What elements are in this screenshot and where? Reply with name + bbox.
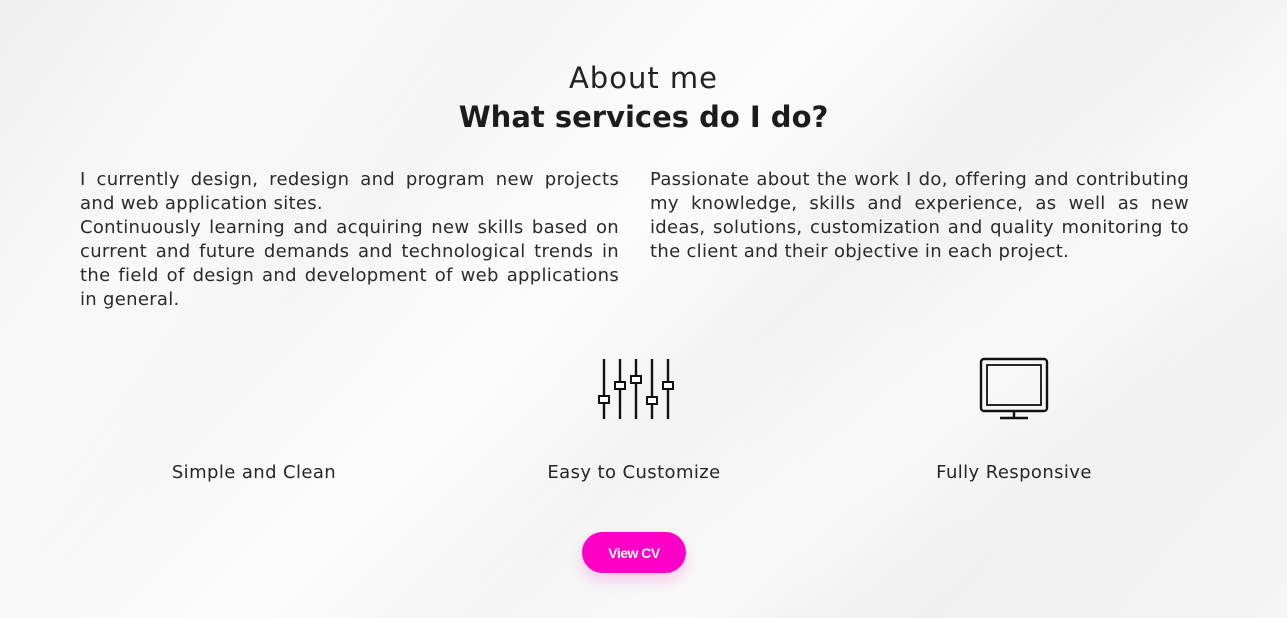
section-title: What services do I do? xyxy=(458,100,829,134)
feature-icon-placeholder xyxy=(104,355,404,423)
feature-easy-customize: Easy to Customize xyxy=(484,355,784,483)
feature-simple-clean: Simple and Clean xyxy=(104,355,404,483)
view-cv-button[interactable]: View CV xyxy=(582,532,686,573)
feature-fully-responsive: Fully Responsive xyxy=(864,355,1164,483)
monitor-icon xyxy=(864,355,1164,423)
feature-label: Easy to Customize xyxy=(547,462,721,483)
about-paragraph: Passionate about the work I do, offering… xyxy=(650,169,1189,262)
feature-label: Simple and Clean xyxy=(171,462,337,483)
feature-label: Fully Responsive xyxy=(936,462,1092,483)
about-section: About me What services do I do? I curren… xyxy=(0,0,1287,618)
about-paragraph: I currently design, redesign and program… xyxy=(80,169,619,214)
section-subtitle: About me xyxy=(568,61,719,95)
about-paragraph: Continuously learning and acquiring new … xyxy=(80,217,619,310)
about-text-left: I currently design, redesign and program… xyxy=(80,168,619,312)
sliders-icon xyxy=(484,355,784,423)
section-heading: About me What services do I do? xyxy=(0,58,1287,136)
about-text-right: Passionate about the work I do, offering… xyxy=(650,168,1189,264)
